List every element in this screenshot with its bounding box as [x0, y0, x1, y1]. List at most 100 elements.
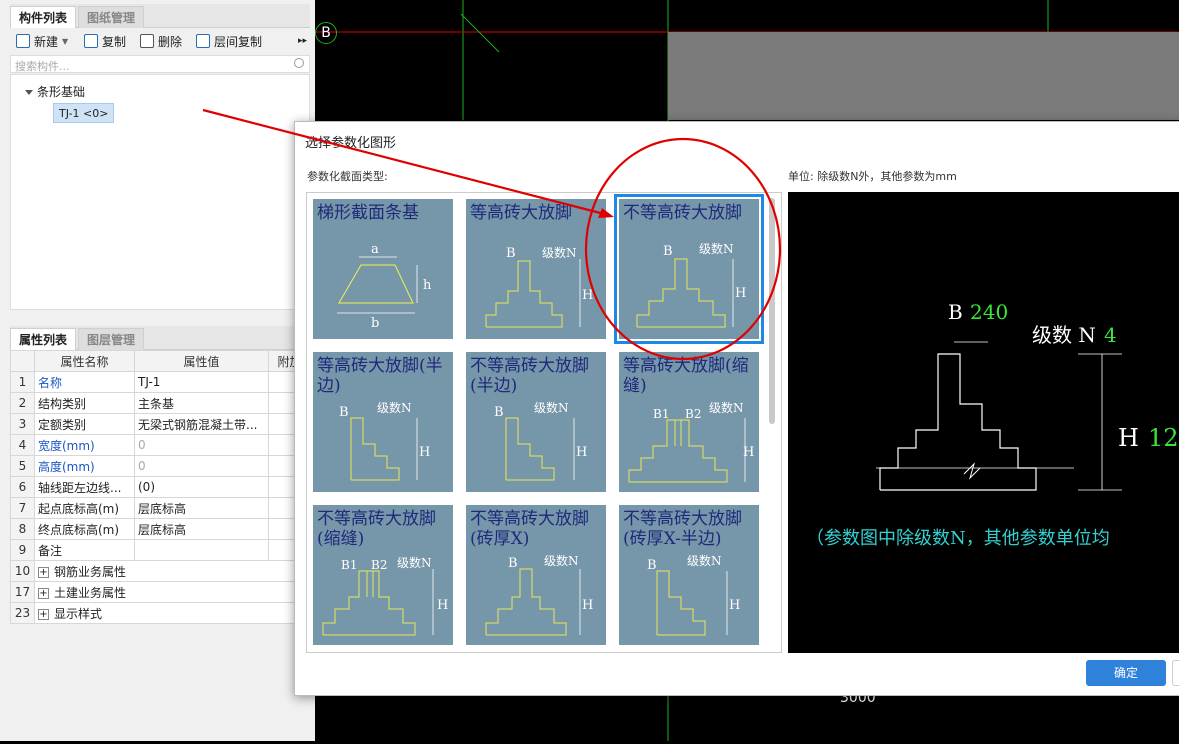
svg-text:H: H: [729, 598, 740, 613]
table-row-group[interactable]: 10 + 钢筋业务属性: [10, 560, 311, 582]
preview-b-label: B: [948, 300, 963, 324]
column-header-name: 属性名称: [34, 350, 135, 372]
expand-icon[interactable]: +: [38, 608, 49, 620]
shape-option-unequal-height-thickness-x-half[interactable]: 不等高砖大放脚(砖厚X-半边) B 级数N H: [619, 505, 759, 645]
svg-text:B1: B1: [341, 558, 357, 572]
tree-item-tj-1[interactable]: TJ-1 <0>: [53, 103, 115, 123]
svg-text:H: H: [735, 286, 746, 301]
component-tree: 条形基础 TJ-1 <0>: [10, 74, 310, 310]
copy-button[interactable]: 复制: [84, 32, 126, 50]
trapezoid-diagram: a b h: [337, 242, 432, 331]
svg-text:H: H: [437, 598, 448, 613]
table-row[interactable]: 6 轴线距左边线... (0): [10, 476, 311, 498]
svg-text:级数N: 级数N: [377, 400, 412, 415]
tab-component-list[interactable]: 构件列表: [10, 6, 77, 28]
ok-button[interactable]: 确定: [1086, 660, 1166, 686]
svg-text:级数N: 级数N: [534, 400, 569, 415]
table-row-group[interactable]: 17 + 土建业务属性: [10, 581, 311, 603]
svg-text:H: H: [576, 445, 587, 460]
svg-text:B1: B1: [653, 407, 669, 421]
svg-text:a: a: [371, 242, 379, 257]
svg-text:B: B: [663, 244, 673, 259]
floor-copy-button[interactable]: 层间复制: [196, 32, 262, 50]
unit-label: 单位: 除级数N外，其他参数为mm: [788, 170, 957, 183]
property-tabbar: 属性列表 图层管理: [10, 326, 310, 350]
chevron-down-icon: [25, 90, 33, 95]
table-row[interactable]: 3 定额类别 无梁式钢筋混凝土带...: [10, 413, 311, 435]
svg-text:级数N: 级数N: [542, 245, 577, 260]
preview-h-value: 12: [1148, 424, 1179, 452]
shape-option-equal-height-half[interactable]: 等高砖大放脚(半边) B 级数N H: [313, 352, 453, 492]
table-row[interactable]: 7 起点底标高(m) 层底标高: [10, 497, 311, 519]
cancel-button[interactable]: [1172, 660, 1179, 686]
more-button[interactable]: ▸▸: [298, 32, 307, 50]
parametric-shape-dialog: 选择参数化图形 参数化截面类型: 单位: 除级数N外，其他参数为mm 梯形截面条…: [294, 121, 1179, 696]
axis-label-b: B: [315, 22, 337, 44]
shape-option-equal-height-shrink-joint[interactable]: 等高砖大放脚(缩缝) B1 B2 级数N H: [619, 352, 759, 492]
table-row[interactable]: 4 宽度(mm) 0: [10, 434, 311, 456]
shape-option-unequal-height-half[interactable]: 不等高砖大放脚(半边) B 级数N H: [466, 352, 606, 492]
property-value[interactable]: 层底标高: [134, 518, 269, 540]
svg-text:B: B: [508, 556, 518, 571]
svg-text:B: B: [506, 246, 516, 261]
property-value[interactable]: 无梁式钢筋混凝土带...: [134, 413, 269, 435]
table-row[interactable]: 1 名称 TJ-1: [10, 371, 311, 393]
svg-text:b: b: [371, 316, 379, 331]
component-tabbar: 构件列表 图纸管理: [10, 4, 310, 28]
table-row[interactable]: 5 高度(mm) 0: [10, 455, 311, 477]
preview-n-value: 4: [1104, 323, 1117, 347]
expand-icon[interactable]: +: [38, 566, 49, 578]
svg-text:级数N: 级数N: [397, 555, 432, 570]
chevron-down-icon: ▼: [62, 36, 69, 46]
property-value[interactable]: 主条基: [134, 392, 269, 414]
svg-text:H: H: [743, 445, 754, 460]
tree-group-strip-foundation[interactable]: 条形基础: [25, 83, 85, 100]
svg-text:H: H: [419, 445, 430, 460]
svg-text:B: B: [647, 558, 657, 573]
search-icon: [294, 58, 304, 68]
shape-option-unequal-height-shrink-joint[interactable]: 不等高砖大放脚(缩缝) B1 B2 级数N H: [313, 505, 453, 645]
grid-scrollbar[interactable]: [769, 198, 775, 424]
property-value[interactable]: (0): [134, 476, 269, 498]
property-value[interactable]: 层底标高: [134, 497, 269, 519]
floor-copy-icon: [196, 34, 210, 48]
svg-text:级数N: 级数N: [709, 400, 744, 415]
property-value[interactable]: 0: [134, 434, 269, 456]
property-table: 属性名称 属性值 附加 1 名称 TJ-1 2 结构类别 主条基 3 定额类别 …: [10, 350, 311, 624]
svg-text:级数N: 级数N: [699, 241, 734, 256]
expand-icon[interactable]: +: [38, 587, 49, 599]
shape-option-equal-height-brick[interactable]: 等高砖大放脚 B 级数N H: [466, 199, 606, 339]
tab-property-list[interactable]: 属性列表: [10, 328, 77, 350]
property-value[interactable]: [134, 539, 269, 561]
search-input[interactable]: 搜索构件...: [10, 55, 310, 73]
search-placeholder: 搜索构件...: [15, 60, 70, 73]
preview-n-label: 级数 N: [1032, 323, 1096, 347]
new-icon: [16, 34, 30, 48]
component-toolbar: 新建 ▼ 复制 删除 层间复制 ▸▸: [10, 28, 310, 54]
delete-button[interactable]: 删除: [140, 32, 182, 50]
table-row[interactable]: 2 结构类别 主条基: [10, 392, 311, 414]
property-value[interactable]: TJ-1: [134, 371, 269, 393]
shape-option-unequal-height-thickness-x[interactable]: 不等高砖大放脚(砖厚X) B 级数N H: [466, 505, 606, 645]
svg-text:B: B: [494, 405, 504, 420]
new-button[interactable]: 新建 ▼: [16, 32, 68, 50]
preview-diagram: B 240 级数 N 4 H 12 （参数图中除级数N，其他参数单位均: [806, 300, 1179, 549]
dialog-title: 选择参数化图形: [305, 136, 397, 151]
column-header-value: 属性值: [134, 350, 269, 372]
table-row-group[interactable]: 23 + 显示样式: [10, 602, 311, 624]
svg-text:B: B: [339, 405, 349, 420]
shape-option-unequal-height-brick[interactable]: 不等高砖大放脚 B 级数N H: [614, 194, 764, 344]
section-type-label: 参数化截面类型:: [307, 170, 388, 183]
left-panel: 构件列表 图纸管理 新建 ▼ 复制 删除 层间复制 ▸▸ 搜索构件... 条形基础…: [0, 0, 315, 741]
property-value[interactable]: 0: [134, 455, 269, 477]
table-row[interactable]: 8 终点底标高(m) 层底标高: [10, 518, 311, 540]
cad-filled-region: [668, 32, 1179, 120]
shape-option-trapezoid[interactable]: 梯形截面条基 a b h: [313, 199, 453, 339]
tab-layer-management[interactable]: 图层管理: [78, 328, 145, 350]
svg-text:级数N: 级数N: [544, 553, 579, 568]
tab-drawing-management[interactable]: 图纸管理: [78, 6, 145, 28]
svg-text:H: H: [582, 288, 593, 303]
shape-grid: 梯形截面条基 a b h 等高砖大放脚 B 级数N H 不等高砖大放脚 B 级数…: [306, 192, 782, 653]
svg-text:B2: B2: [371, 558, 387, 572]
table-row[interactable]: 9 备注: [10, 539, 311, 561]
